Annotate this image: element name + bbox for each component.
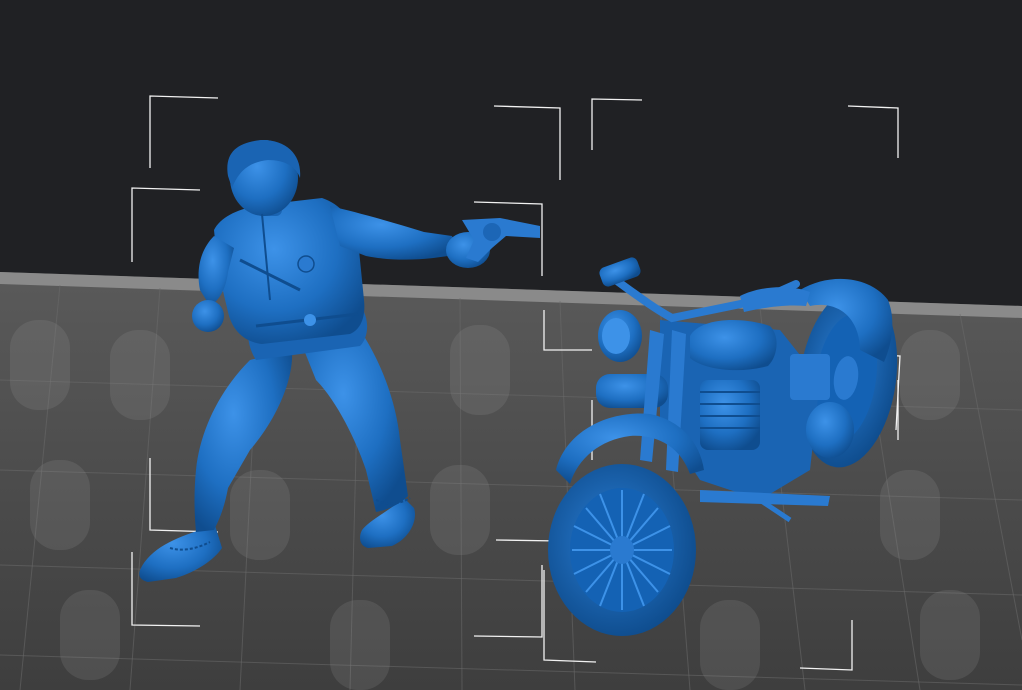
front-wheel [548, 464, 696, 636]
scene-canvas[interactable] [0, 0, 1022, 690]
3d-viewport[interactable] [0, 0, 1022, 690]
